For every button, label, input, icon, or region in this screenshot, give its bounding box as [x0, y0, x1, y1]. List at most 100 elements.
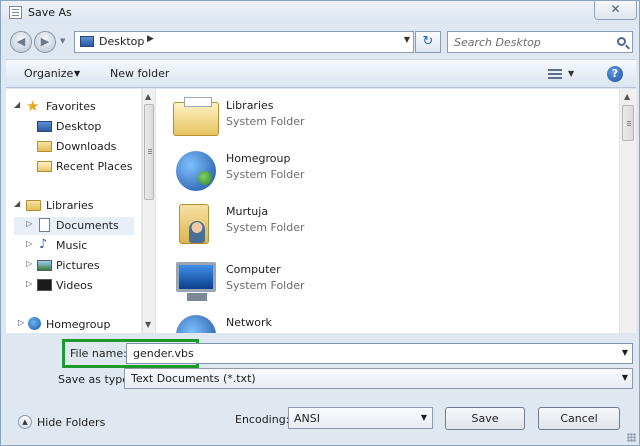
change-view-icon[interactable] [548, 68, 562, 81]
list-item[interactable]: Homegroup System Folder [173, 147, 473, 197]
file-name-value[interactable]: gender.vbs [133, 347, 194, 360]
sidebar-item-libraries[interactable]: ◢ Libraries [14, 197, 134, 215]
search-icon[interactable] [617, 37, 626, 46]
scroll-down-icon[interactable]: ▼ [145, 320, 151, 329]
forward-button[interactable]: ▶ [34, 31, 56, 53]
collapse-icon[interactable]: ◢ [14, 100, 20, 109]
documents-icon [39, 218, 50, 232]
sidebar-item-homegroup[interactable]: ▷ Homegroup [14, 316, 134, 333]
collapse-up-icon[interactable]: ▲ [18, 415, 32, 429]
libraries-icon [173, 97, 219, 136]
recent-places-icon [37, 161, 52, 172]
user-folder-icon [179, 204, 209, 244]
save-as-type-select[interactable]: Text Documents (*.txt) ▼ [124, 368, 633, 389]
list-item[interactable]: Computer System Folder [173, 258, 473, 308]
homegroup-icon [28, 317, 41, 330]
save-button[interactable]: Save [445, 407, 525, 430]
scrollbar-thumb[interactable] [144, 104, 154, 200]
pictures-icon [37, 260, 52, 271]
navigation-pane-scrollbar[interactable]: ▲ ▼ [142, 89, 155, 333]
address-dropdown-icon[interactable]: ▼ [404, 35, 410, 44]
sidebar-item-label: Downloads [56, 140, 117, 153]
libraries-icon [26, 200, 41, 211]
file-type: System Folder [226, 221, 305, 234]
grip-icon [148, 149, 152, 150]
file-name-label: File name: [70, 347, 127, 360]
search-input[interactable]: Search Desktop [447, 31, 633, 53]
grip-icon [627, 121, 631, 122]
sidebar-item-recent-places[interactable]: Recent Places [14, 158, 134, 176]
expand-icon[interactable]: ▷ [26, 219, 32, 228]
file-type: System Folder [226, 168, 305, 181]
encoding-value[interactable]: ANSI [294, 412, 320, 425]
save-as-type-dropdown-icon[interactable]: ▼ [622, 373, 628, 382]
expand-icon[interactable]: ▷ [18, 318, 24, 327]
file-name: Homegroup [226, 152, 291, 165]
file-name-input[interactable]: gender.vbs ▼ [126, 343, 633, 364]
scroll-up-icon[interactable]: ▲ [624, 92, 630, 101]
sidebar-item-label: Documents [56, 219, 119, 232]
breadcrumb-chevron-icon[interactable]: ▶ [147, 34, 154, 44]
collapse-icon[interactable]: ◢ [14, 199, 20, 208]
desktop-icon [80, 36, 94, 47]
cancel-button[interactable]: Cancel [538, 407, 620, 430]
title-bar[interactable]: Save As ✕ [1, 1, 639, 24]
downloads-folder-icon [37, 141, 52, 152]
organize-button[interactable]: Organize [24, 67, 73, 80]
sidebar-item-label: Homegroup [46, 318, 111, 331]
recent-locations-dropdown[interactable]: ▼ [60, 37, 65, 45]
file-list-scrollbar[interactable]: ▲ [619, 89, 636, 333]
file-type: System Folder [226, 115, 305, 128]
list-item[interactable]: Libraries System Folder [173, 94, 473, 144]
view-options-caret-icon[interactable]: ▼ [568, 69, 574, 78]
sidebar-item-videos[interactable]: ▷ Videos [14, 277, 134, 295]
hide-folders-label[interactable]: Hide Folders [37, 416, 105, 429]
encoding-select[interactable]: ANSI ▼ [288, 407, 433, 429]
file-name: Libraries [226, 99, 274, 112]
sidebar-item-documents[interactable]: ▷ Documents [14, 217, 134, 235]
save-as-type-label: Save as type: [58, 373, 133, 386]
expand-icon[interactable]: ▷ [26, 239, 32, 248]
videos-icon [37, 279, 52, 291]
window-title: Save As [28, 6, 72, 19]
address-bar[interactable]: Desktop ▶ ▼ [74, 31, 414, 53]
sidebar-item-pictures[interactable]: ▷ Pictures [14, 257, 134, 275]
save-as-type-value[interactable]: Text Documents (*.txt) [131, 372, 256, 385]
save-as-dialog: Save As ✕ ◀ ▶ ▼ Desktop ▶ ▼ ↻ Search Des… [0, 0, 640, 446]
list-item[interactable]: Murtuja System Folder [173, 200, 473, 250]
sidebar-item-favorites[interactable]: ◢ ★ Favorites [14, 98, 134, 116]
encoding-label: Encoding: [235, 413, 290, 426]
refresh-button[interactable]: ↻ [415, 31, 441, 53]
file-name: Murtuja [226, 205, 269, 218]
sidebar-item-music[interactable]: ▷ ♪ Music [14, 237, 134, 255]
star-icon: ★ [26, 97, 40, 115]
back-button[interactable]: ◀ [10, 31, 32, 53]
organize-caret-icon[interactable]: ▼ [74, 69, 80, 78]
help-icon[interactable]: ? [607, 66, 623, 82]
resize-grip-icon[interactable] [627, 433, 636, 442]
music-icon: ♪ [39, 237, 48, 252]
file-list: Libraries System Folder Homegroup System… [156, 89, 619, 333]
file-type: System Folder [226, 279, 305, 292]
expand-icon[interactable]: ▷ [26, 259, 32, 268]
expand-icon[interactable]: ▷ [26, 279, 32, 288]
encoding-dropdown-icon[interactable]: ▼ [421, 413, 427, 422]
sidebar-item-label: Videos [56, 279, 93, 292]
list-item[interactable]: Network [173, 311, 473, 333]
hide-folders-button[interactable]: ▲ Hide Folders [18, 414, 118, 432]
scroll-up-icon[interactable]: ▲ [145, 92, 151, 101]
scrollbar-thumb[interactable] [622, 105, 634, 141]
homegroup-icon [176, 151, 216, 191]
network-icon [176, 315, 216, 333]
close-button[interactable]: ✕ [594, 1, 637, 20]
file-name: Network [226, 316, 272, 329]
address-breadcrumb-desktop[interactable]: Desktop [99, 35, 144, 48]
new-folder-button[interactable]: New folder [110, 67, 169, 80]
notepad-icon [9, 6, 22, 19]
sidebar-item-downloads[interactable]: Downloads [14, 138, 134, 156]
file-name: Computer [226, 263, 281, 276]
command-bar: Organize ▼ New folder ▼ ? [6, 59, 636, 88]
file-name-dropdown-icon[interactable]: ▼ [622, 348, 628, 357]
sidebar-item-label: Desktop [56, 120, 102, 133]
sidebar-item-desktop[interactable]: Desktop [14, 118, 134, 136]
